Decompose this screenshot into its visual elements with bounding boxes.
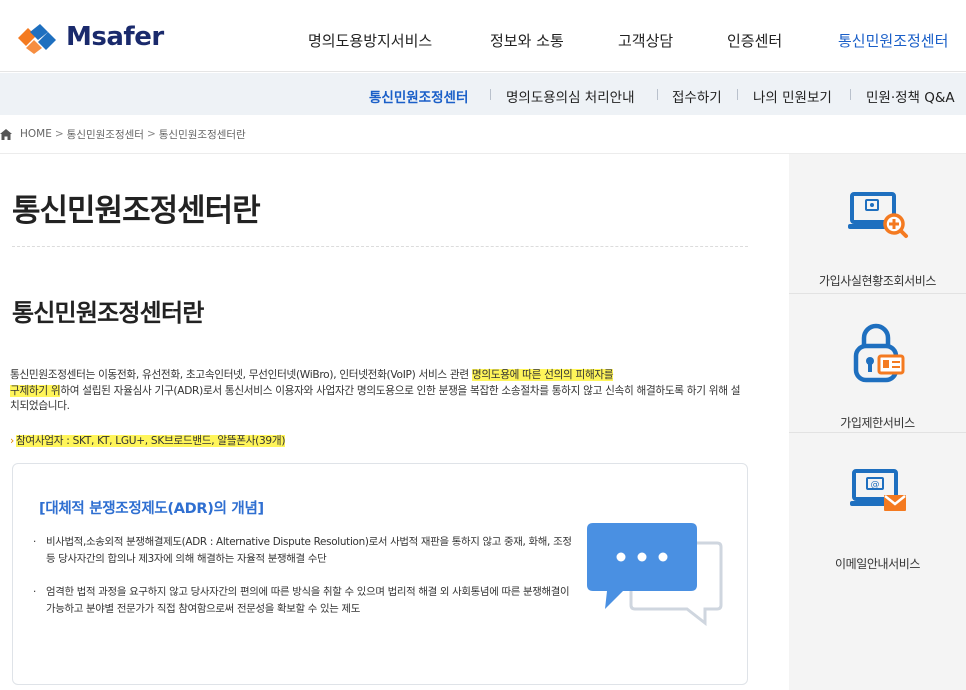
quick-menu-subscription-lookup[interactable]: 가입사실현황조회서비스: [789, 154, 966, 292]
msafer-logo-icon: [18, 24, 56, 54]
breadcrumb: HOME > 통신민원조정센터 > 통신민원조정센터란: [0, 125, 246, 143]
subnav-item-mediation-center[interactable]: 통신민원조정센터: [369, 86, 468, 106]
nav-item-telecom-mediation-center[interactable]: 통신민원조정센터: [838, 30, 948, 51]
participants-line: › 참여사업자 : SKT, KT, LGU+, SK브로드밴드, 알뜰폰사(39…: [10, 433, 285, 448]
bullet: ·: [33, 536, 37, 548]
subnav-divider: [657, 89, 658, 100]
nav-item-certification-center[interactable]: 인증센터: [727, 30, 782, 51]
card-title: [대체적 분쟁조정제도(ADR)의 개념]: [39, 501, 264, 517]
page-title: 통신민원조정센터란: [12, 193, 261, 229]
quick-menu-subscription-restriction[interactable]: 가입제한서비스: [789, 293, 966, 431]
subnav-item-policy-qa[interactable]: 민원·정책 Q&A: [866, 86, 955, 106]
monitor-mail-icon: @: [849, 469, 906, 511]
breadcrumb-mediation-center[interactable]: 통신민원조정센터: [67, 127, 144, 142]
quick-menu-label: 가입제한서비스: [840, 416, 915, 430]
breadcrumb-chevron-icon: >: [146, 128, 156, 140]
home-icon[interactable]: [0, 128, 12, 140]
intro-highlight: 구제하기 위: [10, 384, 61, 397]
list-item-text: 엄격한 법적 과정을 요구하지 않고 당사자간의 편의에 따른 방식을 취할 수…: [46, 586, 570, 615]
intro-text-part1: 통신민원조정센터는 이동전화, 유선전화, 초고속인터넷, 무선인터넷(WiBr…: [10, 369, 472, 381]
adr-concept-card: [대체적 분쟁조정제도(ADR)의 개념] · 비사법적,소송외적 분쟁해결제도…: [12, 463, 748, 685]
chat-bubble-icon: [587, 523, 723, 626]
title-divider: [12, 246, 748, 247]
breadcrumb-home[interactable]: HOME: [20, 128, 52, 140]
lock-id-icon: [853, 323, 904, 383]
list-item: · 엄격한 법적 과정을 요구하지 않고 당사자간의 편의에 따른 방식을 취할…: [33, 584, 573, 617]
quick-menu-label: 이메일안내서비스: [834, 557, 921, 571]
intro-highlight: 명의도용에 따른 선의의 피해자를: [471, 369, 614, 381]
nav-item-info-communication[interactable]: 정보와 소통: [490, 30, 564, 51]
section-title: 통신민원조정센터란: [12, 299, 204, 327]
breadcrumb-current: 통신민원조정센터란: [158, 128, 246, 141]
breadcrumb-chevron-icon: >: [54, 128, 64, 140]
nav-item-customer-support[interactable]: 고객상담: [618, 30, 673, 51]
logo-text: Msafer: [66, 22, 164, 52]
list-item-text: 비사법적,소송외적 분쟁해결제도(ADR : Alternative Dispu…: [46, 536, 572, 565]
intro-text-part2: 하여 설립된 자율심사 기구(ADR)로서 통신서비스 이용자와 사업자간 명의…: [10, 384, 741, 413]
subnav-divider: [490, 89, 491, 100]
quick-menu-sidebar: 가입사실현황조회서비스 가입제한서비스 @ 이메일안내서비스: [789, 154, 966, 690]
msafer-logo[interactable]: Msafer: [12, 20, 164, 54]
subnav-divider: [850, 89, 851, 100]
subnav-item-my-complaints[interactable]: 나의 민원보기: [753, 86, 832, 106]
monitor-search-icon: [847, 192, 908, 238]
quick-menu-email-notice[interactable]: @ 이메일안내서비스: [789, 432, 966, 571]
participants-text: 참여사업자 : SKT, KT, LGU+, SK브로드밴드, 알뜰폰사(39개…: [15, 435, 286, 447]
chevron-right-icon: ›: [10, 435, 14, 447]
intro-paragraph: 통신민원조정센터는 이동전화, 유선전화, 초고속인터넷, 무선인터넷(WiBr…: [10, 368, 748, 415]
subnav-item-suspicion-guide[interactable]: 명의도용의심 처리안내: [506, 86, 635, 106]
svg-text:@: @: [870, 480, 879, 490]
list-item: · 비사법적,소송외적 분쟁해결제도(ADR : Alternative Dis…: [33, 534, 573, 567]
quick-menu-label: 가입사실현황조회서비스: [818, 274, 937, 288]
adr-concept-list: · 비사법적,소송외적 분쟁해결제도(ADR : Alternative Dis…: [33, 534, 573, 617]
sub-nav: 통신민원조정센터 명의도용의심 처리안내 접수하기 나의 민원보기 민원·정책 …: [0, 73, 966, 115]
nav-item-identity-theft-service[interactable]: 명의도용방지서비스: [308, 30, 432, 51]
subnav-divider: [737, 89, 738, 100]
bullet: ·: [33, 586, 37, 598]
site-header: Msafer 명의도용방지서비스 정보와 소통 고객상담 인증센터 통신민원조정…: [0, 0, 966, 72]
subnav-item-submit[interactable]: 접수하기: [672, 86, 722, 106]
